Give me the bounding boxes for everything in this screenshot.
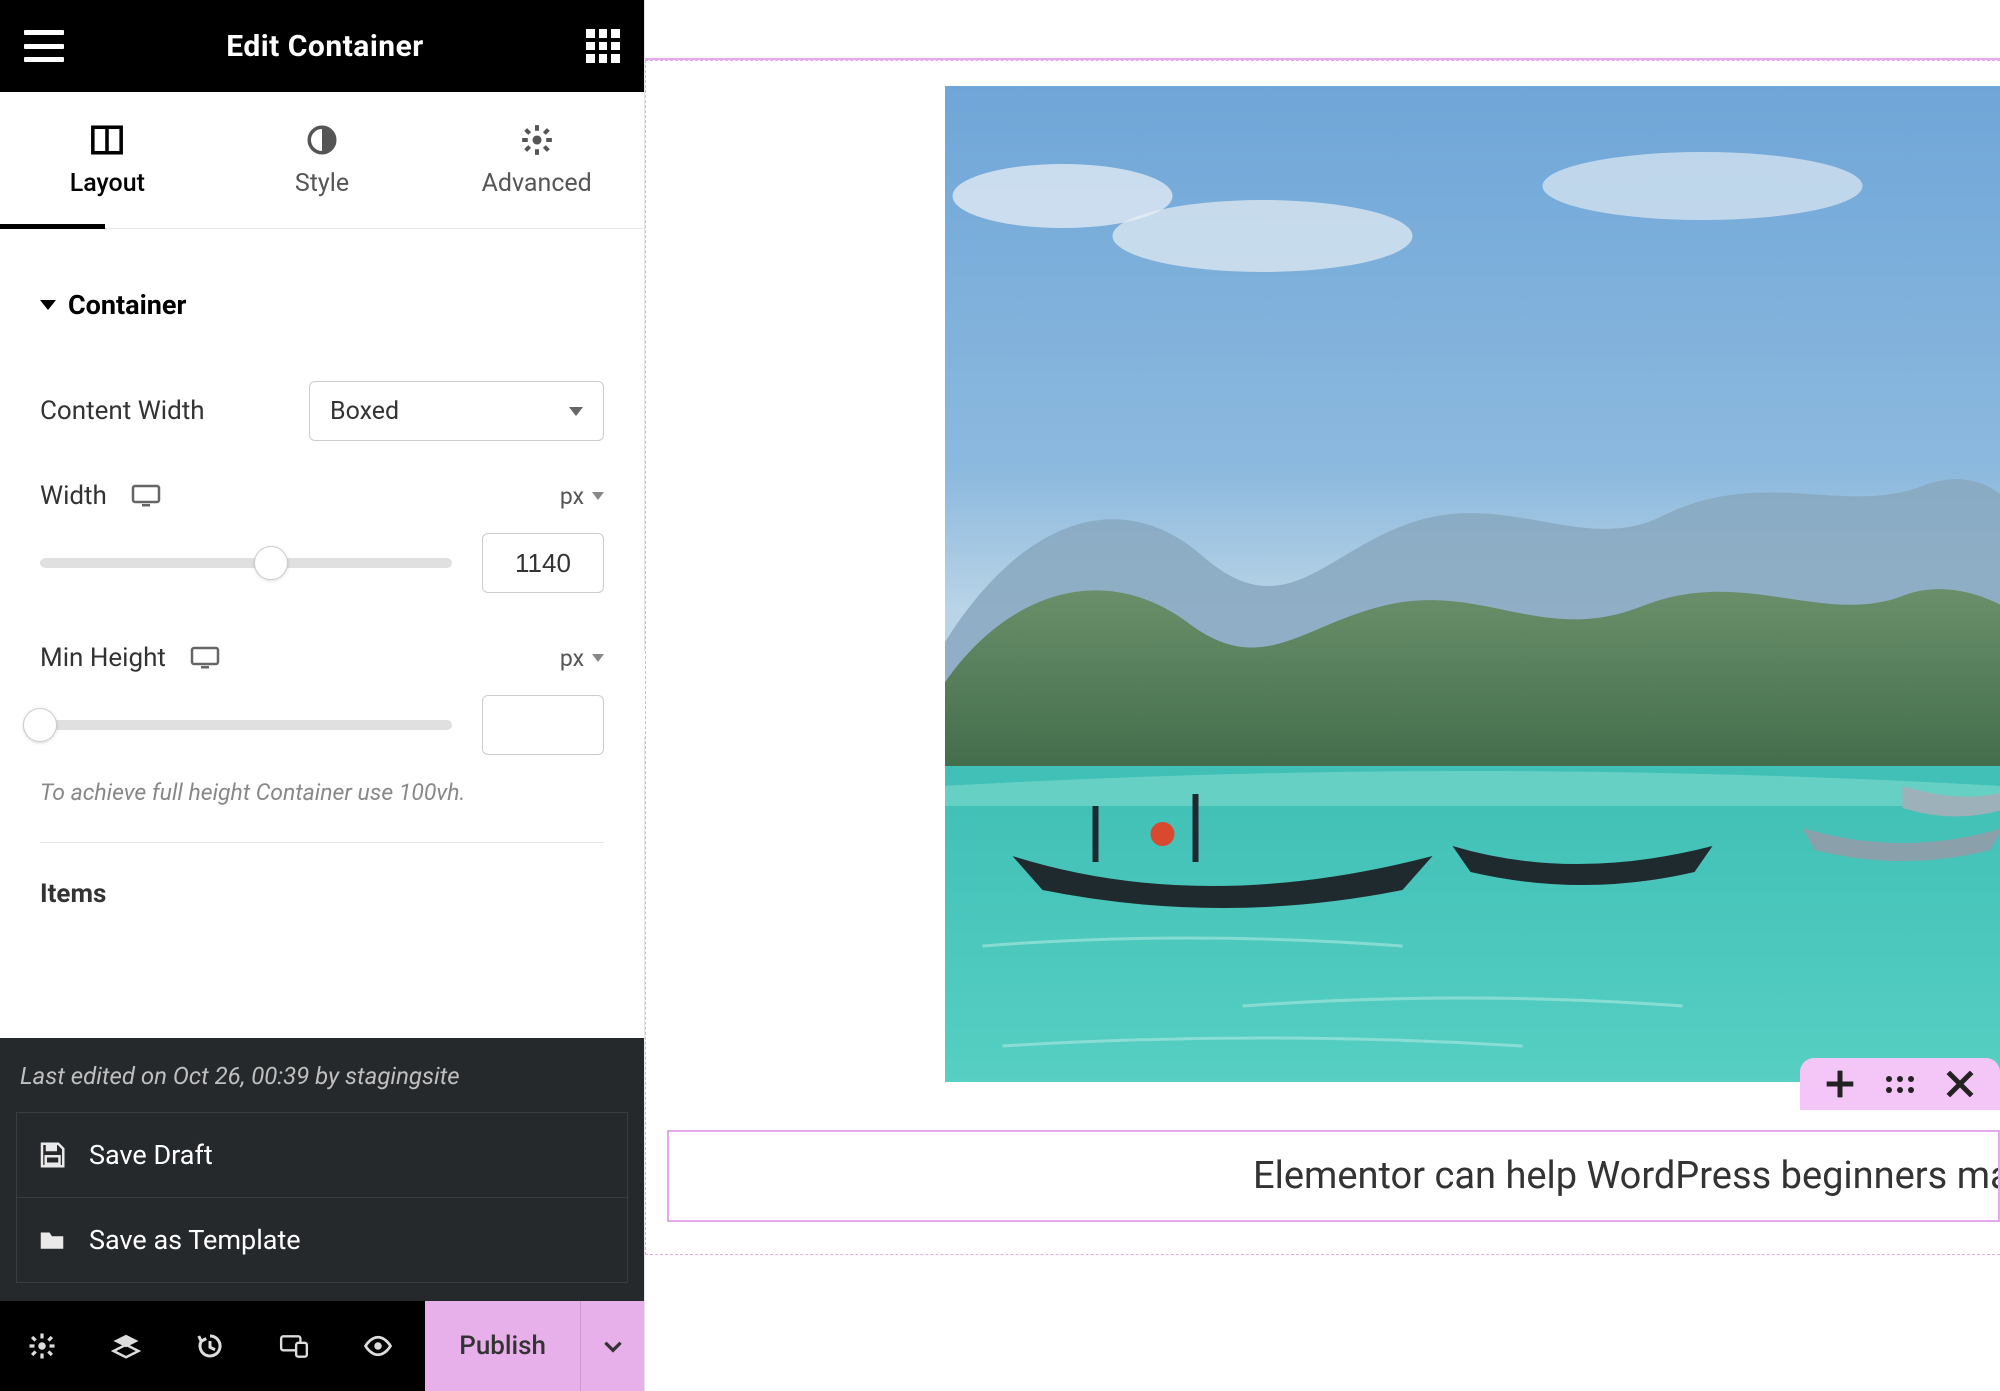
divider [40, 842, 604, 843]
page-settings-button[interactable] [0, 1301, 84, 1391]
devices-icon [279, 1331, 309, 1361]
caret-down-icon [40, 300, 56, 310]
editor-sidebar: Edit Container Layout Style Advanced Con… [0, 0, 645, 1391]
gear-icon [27, 1331, 57, 1361]
gear-icon [520, 123, 554, 157]
panel-title: Edit Container [226, 29, 424, 64]
section-title: Container [68, 289, 186, 321]
chevron-down-icon [592, 654, 604, 662]
hamburger-menu-icon[interactable] [24, 30, 64, 62]
width-label: Width [40, 481, 161, 511]
min-height-input[interactable] [482, 695, 604, 755]
control-min-height-header: Min Height px [40, 643, 604, 673]
save-options-popover: Last edited on Oct 26, 00:39 by stagings… [0, 1038, 644, 1301]
min-height-unit-picker[interactable]: px [560, 645, 604, 672]
editor-tabs: Layout Style Advanced [0, 92, 644, 229]
delete-element-button[interactable] [1940, 1064, 1980, 1104]
close-icon [1940, 1064, 1980, 1104]
desktop-responsive-icon[interactable] [131, 484, 161, 508]
folder-icon [37, 1225, 67, 1255]
drag-dots-icon [1886, 1076, 1914, 1093]
width-slider-thumb[interactable] [254, 546, 288, 580]
responsive-mode-button[interactable] [252, 1301, 336, 1391]
paragraph-text: Elementor can help WordPress beginners m… [1253, 1154, 2000, 1198]
tab-advanced[interactable]: Advanced [429, 92, 644, 228]
chevron-down-icon [600, 1333, 626, 1359]
sidebar-footer: Publish [0, 1301, 644, 1391]
heading-widget[interactable]: Elementor Tutorial Exa [645, 0, 2000, 60]
tab-style[interactable]: Style [215, 92, 430, 228]
content-width-value: Boxed [330, 397, 399, 426]
control-min-height-slider-row [40, 695, 604, 755]
section-container-toggle[interactable]: Container [40, 289, 604, 321]
width-slider[interactable] [40, 558, 452, 568]
columns-icon [90, 123, 124, 157]
navigator-button[interactable] [84, 1301, 168, 1391]
element-edit-handle [1800, 1058, 2000, 1110]
min-height-slider-thumb[interactable] [23, 708, 57, 742]
control-content-width: Content Width Boxed [40, 381, 604, 441]
add-element-button[interactable] [1820, 1064, 1860, 1104]
preview-button[interactable] [336, 1301, 420, 1391]
save-draft-label: Save Draft [89, 1139, 213, 1171]
text-widget[interactable]: Elementor can help WordPress beginners m… [667, 1130, 2000, 1222]
control-width-header: Width px [40, 481, 604, 511]
widgets-grid-icon[interactable] [586, 29, 620, 63]
save-template-label: Save as Template [89, 1224, 301, 1256]
eye-icon [363, 1331, 393, 1361]
min-height-unit: px [560, 645, 584, 672]
sidebar-topbar: Edit Container [0, 0, 644, 92]
min-height-label: Min Height [40, 643, 220, 673]
desktop-responsive-icon[interactable] [190, 646, 220, 670]
plus-icon [1820, 1064, 1860, 1104]
publish-button[interactable]: Publish [425, 1331, 580, 1361]
tab-layout-label: Layout [70, 169, 145, 198]
drag-handle[interactable] [1880, 1064, 1920, 1104]
publish-options-toggle[interactable] [580, 1301, 644, 1391]
chevron-down-icon [592, 492, 604, 500]
chevron-down-icon [569, 407, 583, 416]
history-button[interactable] [168, 1301, 252, 1391]
landscape-image [945, 86, 2000, 1082]
items-section-label: Items [40, 879, 604, 909]
width-input[interactable] [482, 533, 604, 593]
control-width-slider-row [40, 533, 604, 593]
publish-button-group: Publish [425, 1301, 644, 1391]
contrast-icon [305, 123, 339, 157]
heading-text: Elementor Tutorial Exa [1002, 0, 1644, 15]
tab-style-label: Style [295, 169, 349, 198]
editor-canvas[interactable]: Elementor Tutorial Exa [645, 0, 2000, 1391]
image-widget[interactable] [945, 86, 2000, 1082]
width-unit: px [560, 483, 584, 510]
min-height-hint: To achieve full height Container use 100… [40, 779, 604, 806]
min-height-slider[interactable] [40, 720, 452, 730]
save-template-button[interactable]: Save as Template [16, 1198, 628, 1283]
width-unit-picker[interactable]: px [560, 483, 604, 510]
save-draft-button[interactable]: Save Draft [16, 1112, 628, 1198]
tab-advanced-label: Advanced [482, 169, 592, 198]
last-edited-text: Last edited on Oct 26, 00:39 by stagings… [20, 1062, 628, 1090]
layers-icon [111, 1331, 141, 1361]
save-icon [37, 1140, 67, 1170]
content-width-label: Content Width [40, 396, 205, 426]
tab-layout[interactable]: Layout [0, 92, 215, 228]
content-width-select[interactable]: Boxed [309, 381, 604, 441]
history-icon [195, 1331, 225, 1361]
